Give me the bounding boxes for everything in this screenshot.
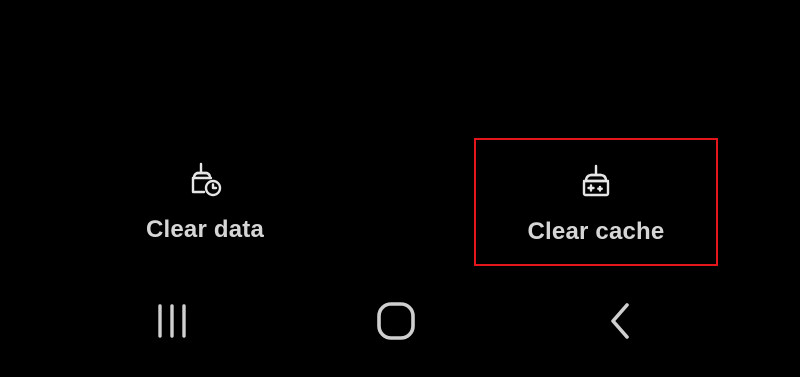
clear-data-button[interactable]: Clear data [83, 138, 327, 266]
home-button[interactable] [366, 298, 426, 348]
home-icon [374, 299, 418, 348]
recents-button[interactable] [142, 298, 202, 348]
back-button[interactable] [590, 298, 650, 348]
clear-cache-button[interactable]: Clear cache [474, 138, 718, 266]
broom-sparkle-icon [574, 160, 618, 204]
clear-cache-label: Clear cache [527, 218, 665, 245]
navigation-bar [0, 288, 800, 358]
broom-clock-icon [183, 158, 227, 202]
clear-data-label: Clear data [145, 216, 265, 243]
recents-icon [152, 301, 192, 346]
back-icon [600, 301, 640, 346]
